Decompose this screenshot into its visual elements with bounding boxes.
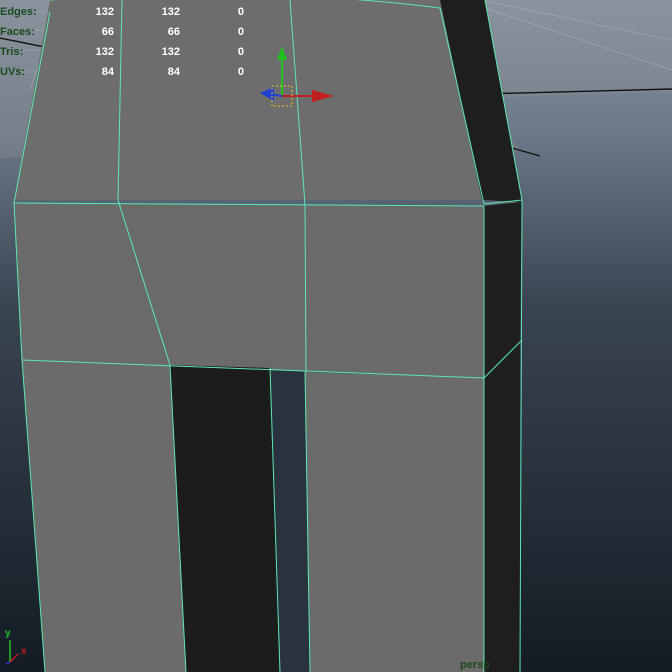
hud-value-object: 132 bbox=[95, 46, 114, 58]
poly-count-hud: Edges: 132 132 0 Faces: 66 66 0 Tris: 13… bbox=[0, 2, 260, 82]
hud-value-component: 0 bbox=[237, 26, 244, 38]
viewport-scene[interactable] bbox=[0, 0, 672, 672]
hud-row-edges: Edges: 132 132 0 bbox=[0, 2, 260, 22]
hud-row-uvs: UVs: 84 84 0 bbox=[0, 62, 260, 82]
axis-x-line bbox=[9, 653, 19, 663]
axis-y-label: y bbox=[5, 628, 11, 639]
hud-value-selected: 66 bbox=[167, 26, 180, 38]
hud-label: Faces: bbox=[0, 26, 35, 38]
hud-label: UVs: bbox=[0, 66, 26, 78]
hud-value-selected: 132 bbox=[161, 46, 180, 58]
camera-name-label: persp bbox=[460, 659, 490, 671]
hud-value-component: 0 bbox=[237, 66, 244, 78]
axis-x-label: x bbox=[21, 646, 27, 657]
hud-value-selected: 132 bbox=[161, 6, 180, 18]
hud-label: Tris: bbox=[0, 46, 24, 58]
perspective-viewport[interactable]: Edges: 132 132 0 Faces: 66 66 0 Tris: 13… bbox=[0, 0, 672, 672]
mesh-right-leg bbox=[305, 372, 484, 672]
mesh-left-leg bbox=[22, 360, 186, 672]
hud-label: Edges: bbox=[0, 6, 37, 18]
mesh-gap-dark bbox=[170, 365, 280, 672]
hud-value-object: 132 bbox=[95, 6, 114, 18]
hud-value-component: 0 bbox=[237, 46, 244, 58]
mesh-middle-front-face bbox=[14, 203, 484, 378]
hud-value-selected: 84 bbox=[167, 66, 180, 78]
hud-row-faces: Faces: 66 66 0 bbox=[0, 22, 260, 42]
hud-value-object: 84 bbox=[101, 66, 114, 78]
hud-value-component: 0 bbox=[237, 6, 244, 18]
hud-row-tris: Tris: 132 132 0 bbox=[0, 42, 260, 62]
axis-z-line bbox=[5, 661, 11, 665]
view-axis-indicator: y x bbox=[5, 628, 27, 665]
mesh-right-leg-side bbox=[484, 340, 520, 672]
hud-value-object: 66 bbox=[101, 26, 114, 38]
